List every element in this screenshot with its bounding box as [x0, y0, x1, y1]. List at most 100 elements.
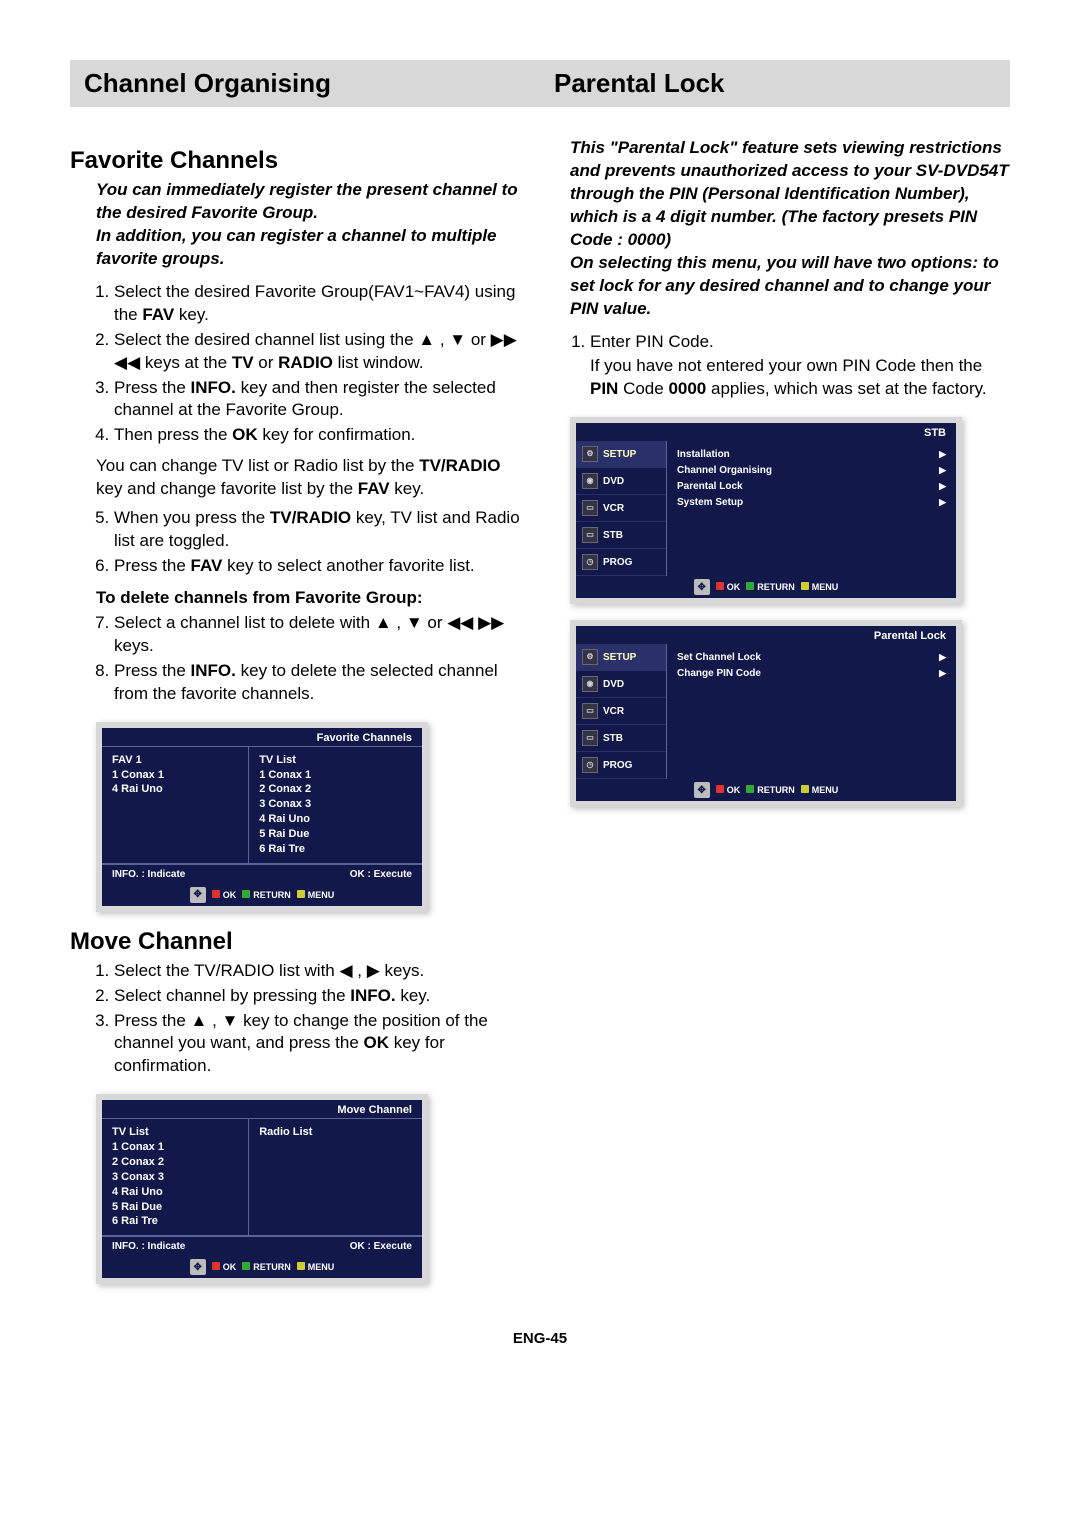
tab-label: DVD: [603, 476, 624, 487]
red-dot-icon: [212, 890, 220, 898]
text: applies, which was set at the factory.: [706, 379, 986, 398]
osd-body: ⚙SETUP ◉DVD ▭VCR ▭STB ◷PROG Installation…: [576, 441, 956, 576]
text: OK: [364, 1033, 390, 1052]
osd-favorite-channels: Favorite Channels FAV 1 1 Conax 1 4 Rai …: [96, 722, 428, 912]
list-item: 5 Rai Due: [112, 1200, 238, 1215]
text: Press the: [114, 556, 191, 575]
parental-intro: This "Parental Lock" feature sets viewin…: [570, 137, 1010, 321]
favorite-channels-heading: Favorite Channels: [70, 147, 520, 175]
osd-left: TV List 1 Conax 1 2 Conax 2 3 Conax 3 4 …: [102, 1119, 249, 1235]
fav-step-7: Select a channel list to delete with ▲ ,…: [114, 612, 520, 658]
move-step-3: Press the ▲ , ▼ key to change the positi…: [114, 1010, 520, 1079]
text: TV/RADIO: [270, 508, 351, 527]
text: INFO.: [191, 378, 236, 397]
text: INFO.: [350, 986, 395, 1005]
tape-icon: ▭: [582, 703, 598, 719]
text: key.: [174, 305, 209, 324]
osd-hints: INFO. : Indicate OK : Execute: [102, 1236, 422, 1256]
green-dot-icon: [242, 890, 250, 898]
text: Code: [618, 379, 668, 398]
osd-footer: ✥ OK RETURN MENU: [102, 1256, 422, 1278]
clock-icon: ◷: [582, 554, 598, 570]
osd-right: TV List 1 Conax 1 2 Conax 2 3 Conax 3 4 …: [249, 747, 422, 863]
box-icon: ▭: [582, 730, 598, 746]
footer-return: RETURN: [757, 785, 795, 795]
menu-item: Set Channel Lock ▶: [677, 650, 946, 666]
footer-return: RETURN: [253, 890, 291, 900]
parental-steps: Enter PIN Code. If you have not entered …: [560, 331, 1010, 402]
move-step-1: Select the TV/RADIO list with ◀ , ▶ keys…: [114, 960, 520, 983]
osd-panel: Parental Lock ⚙SETUP ◉DVD ▭VCR ▭STB ◷PRO…: [576, 626, 956, 801]
osd-footer: ✥ OK RETURN MENU: [576, 576, 956, 598]
list-item: 5 Rai Due: [259, 827, 412, 842]
tab-prog: ◷PROG: [576, 549, 666, 576]
move-step-2: Select channel by pressing the INFO. key…: [114, 985, 520, 1008]
green-dot-icon: [746, 785, 754, 793]
text: PIN: [590, 379, 618, 398]
tab-vcr: ▭VCR: [576, 495, 666, 522]
fav-intro-line2: In addition, you can register a channel …: [96, 226, 497, 268]
fav-step-3: Press the INFO. key and then register th…: [114, 377, 520, 423]
text: Enter PIN Code.: [590, 332, 714, 351]
list-item: 1 Conax 1: [112, 1140, 238, 1155]
dpad-icon: ✥: [694, 579, 710, 595]
osd-title: STB: [576, 423, 956, 441]
chevron-right-icon: ▶: [939, 650, 946, 666]
text: key to select another favorite list.: [222, 556, 474, 575]
manual-page: Channel Organising Parental Lock Favorit…: [0, 0, 1080, 1387]
red-dot-icon: [716, 582, 724, 590]
yellow-dot-icon: [297, 1262, 305, 1270]
text: key.: [390, 479, 425, 498]
text: FAV: [191, 556, 223, 575]
footer-ok: OK: [727, 582, 741, 592]
change-list-note: You can change TV list or Radio list by …: [96, 455, 520, 501]
fav-steps-3: Select a channel list to delete with ▲ ,…: [70, 612, 520, 706]
list-item: 3 Conax 3: [259, 797, 412, 812]
chevron-right-icon: ▶: [939, 447, 946, 463]
columns: Favorite Channels You can immediately re…: [70, 137, 1010, 1300]
footer-menu: MENU: [812, 582, 839, 592]
dpad-icon: ✥: [694, 782, 710, 798]
fav-steps: Select the desired Favorite Group(FAV1~F…: [70, 281, 520, 448]
fav-intro-line1: You can immediately register the present…: [96, 180, 518, 222]
fav-steps-2: When you press the TV/RADIO key, TV list…: [70, 507, 520, 578]
text: You can change TV list or Radio list by …: [96, 456, 419, 475]
tab-label: VCR: [603, 706, 624, 717]
osd-title: Favorite Channels: [102, 728, 422, 746]
red-dot-icon: [716, 785, 724, 793]
disc-icon: ◉: [582, 676, 598, 692]
osd-stb-setup: STB ⚙SETUP ◉DVD ▭VCR ▭STB ◷PROG Installa…: [570, 417, 962, 604]
delete-heading: To delete channels from Favorite Group:: [96, 588, 520, 608]
footer-menu: MENU: [308, 1262, 335, 1272]
box-icon: ▭: [582, 527, 598, 543]
dpad-icon: ✥: [190, 1259, 206, 1275]
list-item: 4 Rai Uno: [112, 782, 238, 797]
yellow-dot-icon: [801, 785, 809, 793]
header-right: Parental Lock: [540, 60, 1010, 107]
text: Then press the: [114, 425, 232, 444]
text: If you have not entered your own PIN Cod…: [590, 356, 982, 375]
osd-body: ⚙SETUP ◉DVD ▭VCR ▭STB ◷PROG Set Channel …: [576, 644, 956, 779]
menu-item: Parental Lock▶: [677, 479, 946, 495]
chevron-right-icon: ▶: [939, 666, 946, 682]
hint-right: OK : Execute: [350, 869, 412, 880]
tab-label: DVD: [603, 679, 624, 690]
chevron-right-icon: ▶: [939, 479, 946, 495]
footer-menu: MENU: [812, 785, 839, 795]
osd-body: TV List 1 Conax 1 2 Conax 2 3 Conax 3 4 …: [102, 1118, 422, 1236]
hint-left: INFO. : Indicate: [112, 869, 185, 880]
tab-label: STB: [603, 530, 623, 541]
menu-label: Channel Organising: [677, 463, 772, 479]
list-item: 1 Conax 1: [112, 768, 238, 783]
tab-label: SETUP: [603, 449, 636, 460]
tab-dvd: ◉ DVD: [576, 671, 666, 698]
list-item: 2 Conax 2: [259, 782, 412, 797]
parental-intro-2: On selecting this menu, you will have tw…: [570, 253, 999, 318]
list-item: 4 Rai Uno: [259, 812, 412, 827]
tab-label: PROG: [603, 760, 632, 771]
list-item: 3 Conax 3: [112, 1170, 238, 1185]
osd-footer: ✥ OK RETURN MENU: [102, 884, 422, 906]
fav-intro: You can immediately register the present…: [96, 179, 520, 271]
tape-icon: ▭: [582, 500, 598, 516]
menu-label: Set Channel Lock: [677, 650, 761, 666]
